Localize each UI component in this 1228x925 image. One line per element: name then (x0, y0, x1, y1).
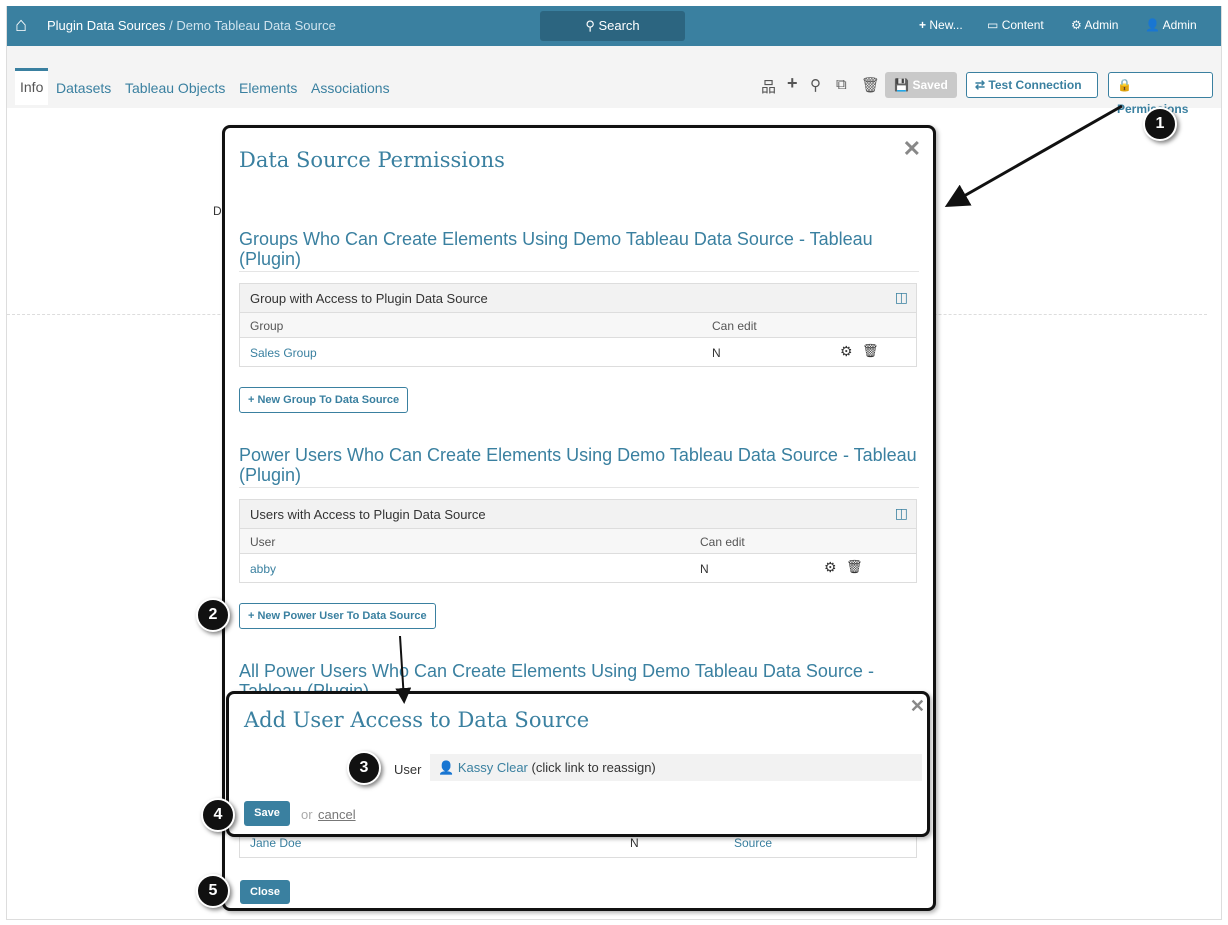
sub-modal-title: Add User Access to Data Source (244, 708, 590, 732)
groups-table: Group with Access to Plugin Data Source ◫… (239, 283, 917, 367)
col-user: User (250, 535, 276, 549)
close-button[interactable]: Close (240, 880, 290, 904)
home-icon[interactable]: ⌂ (15, 14, 27, 37)
user-link[interactable]: Jane Doe (250, 836, 301, 850)
groups-heading: Groups Who Can Create Elements Using Dem… (239, 229, 919, 272)
breadcrumb-current: Demo Tableau Data Source (176, 18, 336, 33)
content-label: Content (1001, 18, 1044, 32)
user-field-label: User (394, 762, 422, 777)
new-menu[interactable]: + New... (919, 18, 963, 32)
table-row: abby N ⚙ 🗑 (240, 554, 916, 582)
hierarchy-icon[interactable]: 品 (761, 76, 776, 97)
close-icon[interactable]: ✕ (903, 136, 921, 162)
background-text: D (213, 204, 222, 218)
user-icon: 👤 (1145, 18, 1160, 32)
add-user-modal: Add User Access to Data Source ✕ User 👤 … (226, 691, 930, 837)
tab-associations[interactable]: Associations (311, 80, 390, 96)
power-users-table: Users with Access to Plugin Data Source ◫… (239, 499, 917, 583)
permissions-button[interactable]: 🔒 Permissions (1108, 72, 1213, 116)
callout-1: 1 (1143, 107, 1177, 141)
tab-tableau-objects[interactable]: Tableau Objects (125, 80, 225, 96)
top-bar: ⌂ Plugin Data Sources / Demo Tableau Dat… (7, 6, 1221, 46)
plus-icon[interactable]: + (787, 73, 798, 94)
saved-label: Saved (912, 78, 948, 92)
new-power-user-label: New Power User To Data Source (257, 610, 427, 622)
gear-icon[interactable]: ⚙ (840, 343, 853, 360)
columns-icon[interactable]: ◫ (895, 505, 908, 522)
folder-icon: ▭ (987, 18, 999, 32)
callout-4: 4 (201, 798, 235, 832)
save-button[interactable]: Save (244, 801, 290, 826)
new-group-label: New Group To Data Source (257, 394, 400, 406)
admin-label: Admin (1084, 18, 1119, 32)
trash-icon[interactable]: 🗑 (862, 343, 879, 359)
col-can-edit: Can edit (712, 319, 757, 333)
test-connection-label: Test Connection (988, 78, 1082, 92)
user-field: 👤 Kassy Clear (click link to reassign) (430, 754, 922, 781)
or-text: or (301, 807, 313, 822)
callout-2: 2 (196, 598, 230, 632)
breadcrumb-sep: / (165, 18, 177, 33)
trash-icon[interactable]: 🗑 (846, 559, 863, 575)
search-icon[interactable]: ⚲ (810, 76, 821, 94)
user-menu[interactable]: 👤 Admin (1145, 18, 1197, 32)
power-users-caption: Users with Access to Plugin Data Source (250, 507, 486, 522)
user-hint: (click link to reassign) (527, 760, 656, 775)
can-edit-value: N (712, 346, 721, 360)
groups-table-caption: Group with Access to Plugin Data Source (250, 291, 488, 306)
group-link[interactable]: Sales Group (250, 346, 317, 360)
tab-elements[interactable]: Elements (239, 80, 297, 96)
source-link[interactable]: Source (734, 836, 772, 850)
user-icon: 👤 (438, 760, 455, 775)
gear-icon[interactable]: ⚙ (824, 559, 837, 576)
trash-icon[interactable]: 🗑 (861, 76, 880, 94)
search-icon: ⚲ (585, 18, 599, 33)
breadcrumb: Plugin Data Sources / Demo Tableau Data … (47, 18, 336, 33)
breadcrumb-root[interactable]: Plugin Data Sources (47, 18, 166, 33)
table-row: Sales Group N ⚙ 🗑 (240, 338, 916, 366)
tab-info[interactable]: Info (15, 68, 49, 105)
test-connection-button[interactable]: ⇄ Test Connection (966, 72, 1098, 98)
user-label: Admin (1162, 18, 1197, 32)
search-label: Search (598, 18, 640, 33)
new-label: New... (929, 18, 963, 32)
admin-menu[interactable]: ⚙ Admin (1071, 18, 1118, 32)
swap-icon: ⇄ (975, 78, 986, 92)
tab-bar: Info Datasets Tableau Objects Elements A… (7, 46, 1221, 116)
user-link[interactable]: abby (250, 562, 276, 576)
columns-icon[interactable]: ◫ (895, 289, 908, 306)
gear-icon: ⚙ (1071, 18, 1082, 32)
search-button[interactable]: ⚲ Search (540, 11, 685, 41)
saved-button[interactable]: 💾 Saved (885, 72, 957, 98)
can-edit-value: N (630, 836, 639, 850)
new-group-button[interactable]: + New Group To Data Source (239, 387, 409, 413)
callout-3: 3 (347, 751, 381, 785)
col-can-edit: Can edit (700, 535, 745, 549)
col-group: Group (250, 319, 284, 333)
modal-title: Data Source Permissions (239, 148, 505, 172)
content-menu[interactable]: ▭ Content (987, 18, 1044, 32)
user-reassign-link[interactable]: Kassy Clear (458, 760, 528, 775)
can-edit-value: N (700, 562, 709, 576)
close-icon[interactable]: ✕ (910, 696, 925, 717)
new-power-user-button[interactable]: + New Power User To Data Source (239, 603, 436, 629)
tab-datasets[interactable]: Datasets (56, 80, 111, 96)
lock-icon: 🔒 (1117, 78, 1132, 92)
copy-icon[interactable]: ⧉ (836, 76, 847, 93)
callout-5: 5 (196, 874, 230, 908)
power-users-heading: Power Users Who Can Create Elements Usin… (239, 445, 919, 488)
cancel-link[interactable]: cancel (318, 807, 356, 822)
